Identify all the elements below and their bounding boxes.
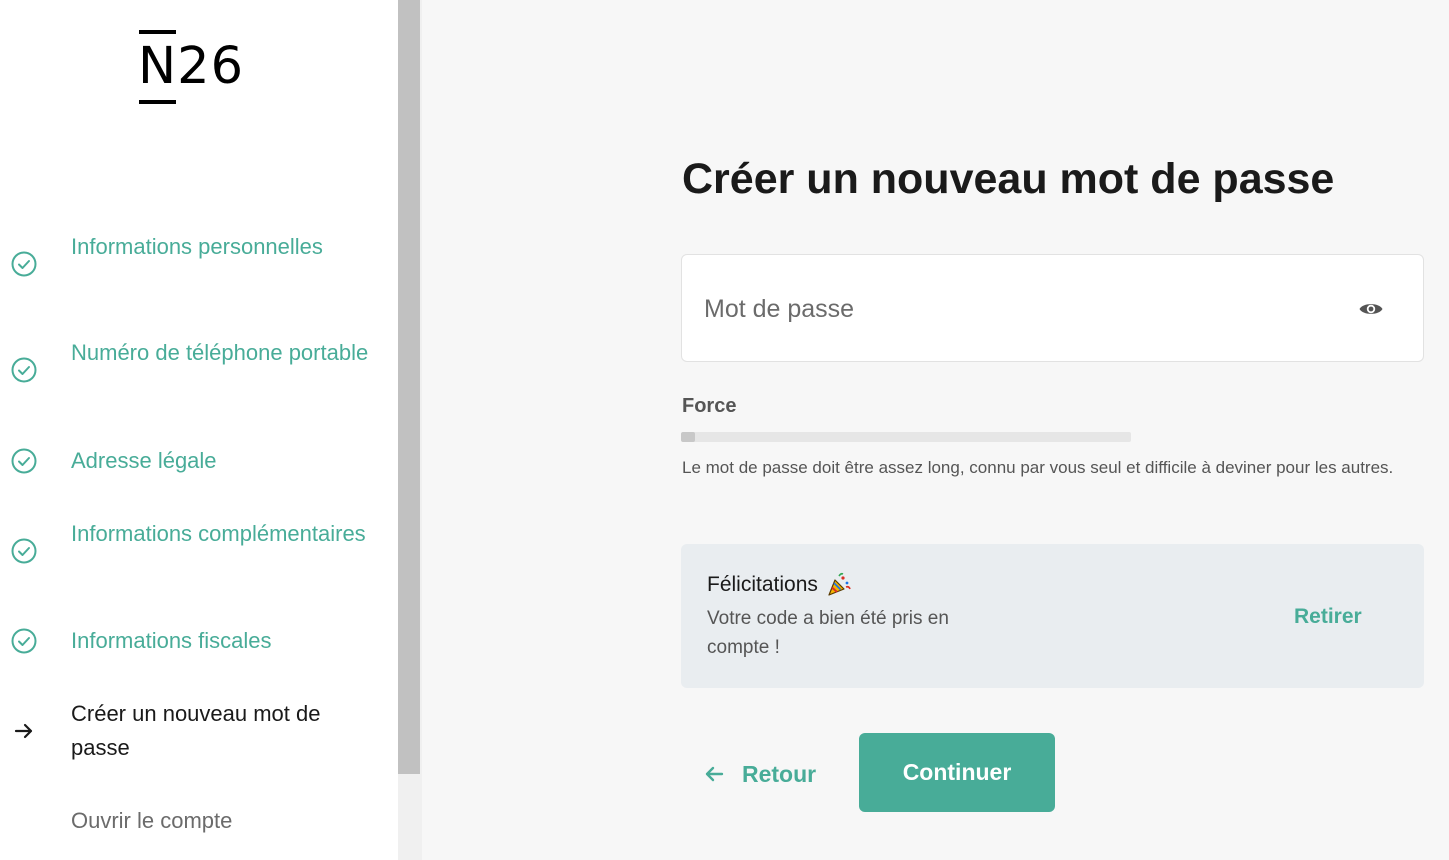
- password-input[interactable]: [704, 285, 1304, 333]
- step-label: Numéro de téléphone portable: [71, 340, 369, 365]
- step-label: Informations fiscales: [71, 628, 272, 653]
- back-button[interactable]: Retour: [704, 752, 816, 796]
- check-circle-icon: [11, 628, 37, 654]
- strength-label: Force: [682, 395, 737, 417]
- check-circle-icon: [11, 357, 37, 383]
- page-title: Créer un nouveau mot de passe: [682, 155, 1335, 203]
- step-informations-complementaires[interactable]: Informations complémentaires: [0, 517, 398, 585]
- password-help-text: Le mot de passe doit être assez long, co…: [682, 458, 1394, 477]
- step-ouvrir-le-compte[interactable]: Ouvrir le compte: [0, 804, 398, 838]
- strength-fill: [681, 432, 695, 442]
- sidebar-scrollbar[interactable]: [398, 0, 422, 860]
- arrow-right-icon: [11, 718, 37, 744]
- password-field[interactable]: [681, 254, 1424, 362]
- app-window: N26 Informations personnelles Numéro de …: [0, 0, 1449, 860]
- step-label: Adresse légale: [71, 448, 217, 473]
- scrollbar-thumb[interactable]: [398, 0, 420, 774]
- main-content: Créer un nouveau mot de passe Force Le m…: [422, 0, 1449, 860]
- strength-bar: [681, 432, 1131, 442]
- step-label: Informations complémentaires: [71, 521, 366, 546]
- continue-button[interactable]: Continuer: [859, 733, 1055, 812]
- n26-logo: N26: [138, 30, 244, 104]
- step-label: Ouvrir le compte: [71, 808, 233, 833]
- arrow-left-icon: [704, 765, 724, 783]
- step-label: Informations personnelles: [71, 234, 323, 259]
- check-circle-icon: [11, 538, 37, 564]
- promo-code-banner: Félicitations Votre code a bien été pris…: [681, 544, 1424, 688]
- back-button-label: Retour: [742, 760, 817, 787]
- step-numero-telephone[interactable]: Numéro de téléphone portable: [0, 336, 398, 404]
- step-informations-fiscales[interactable]: Informations fiscales: [0, 624, 398, 658]
- step-adresse-legale[interactable]: Adresse légale: [0, 444, 398, 478]
- step-creer-mot-de-passe[interactable]: Créer un nouveau mot de passe: [0, 697, 398, 765]
- party-popper-icon: [826, 572, 852, 598]
- check-circle-icon: [11, 251, 37, 277]
- eye-icon[interactable]: [1356, 295, 1386, 323]
- check-circle-icon: [11, 448, 37, 474]
- step-informations-personnelles[interactable]: Informations personnelles: [0, 230, 398, 298]
- promo-text: Votre code a bien été pris en compte !: [707, 608, 949, 658]
- remove-promo-button[interactable]: Retirer: [1294, 600, 1362, 634]
- sidebar: N26 Informations personnelles Numéro de …: [0, 0, 398, 860]
- step-label: Créer un nouveau mot de passe: [71, 701, 321, 760]
- promo-title: Félicitations: [707, 570, 852, 600]
